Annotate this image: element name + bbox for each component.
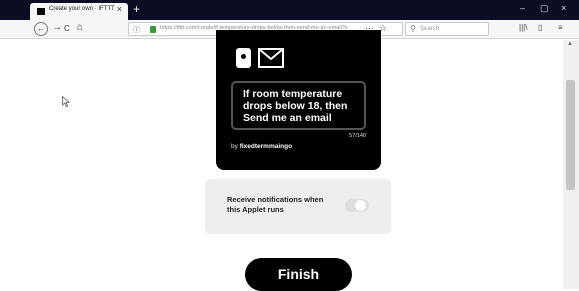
email-icon — [258, 48, 284, 68]
library-icon[interactable]: |||\ — [519, 23, 527, 32]
mouse-cursor-icon — [62, 96, 70, 107]
page-scrollbar[interactable]: ▲ — [563, 40, 579, 289]
author-byline: by fixedtermmaingo — [231, 143, 292, 150]
notification-setting: Receive notifications when this Applet r… — [205, 179, 391, 234]
scroll-thumb[interactable] — [566, 80, 575, 190]
by-prefix: by — [231, 143, 238, 150]
search-placeholder: Search — [420, 26, 440, 32]
new-tab-button[interactable]: + — [133, 2, 140, 16]
site-info-icon[interactable]: ⓘ — [133, 25, 140, 35]
close-window-icon[interactable]: × — [561, 3, 566, 13]
home-icon[interactable]: ⌂ — [77, 22, 83, 33]
close-tab-icon[interactable]: × — [117, 4, 122, 14]
applet-title-field[interactable]: If room temperature drops below 18, then… — [231, 81, 366, 130]
search-input[interactable]: ⚲ Search — [405, 22, 489, 36]
maximize-icon[interactable]: ▢ — [540, 3, 549, 14]
browser-tab[interactable]: Create your own · IFTTT × — [30, 3, 128, 20]
ifttt-favicon-icon — [37, 8, 45, 15]
browser-tab-bar: Create your own · IFTTT × + – ▢ × — [0, 0, 579, 20]
back-icon[interactable]: ← — [34, 22, 48, 36]
character-count: 57/140 — [349, 133, 366, 139]
applet-title-text: If room temperature drops below 18, then… — [243, 88, 348, 124]
finish-button[interactable]: Finish — [245, 258, 352, 291]
lock-icon — [150, 26, 156, 33]
toggle-knob — [355, 200, 366, 211]
forward-icon[interactable]: → — [52, 22, 62, 33]
scroll-up-icon[interactable]: ▲ — [567, 41, 573, 47]
device-icon — [236, 48, 251, 68]
reload-icon[interactable]: C — [64, 24, 70, 33]
sidebar-icon[interactable]: ▯ — [538, 23, 542, 32]
applet-preview-card: If room temperature drops below 18, then… — [216, 30, 381, 170]
notification-label: Receive notifications when this Applet r… — [227, 195, 324, 214]
menu-icon[interactable]: ≡ — [558, 23, 563, 32]
notification-toggle[interactable] — [345, 199, 369, 212]
minimize-icon[interactable]: – — [520, 3, 525, 13]
author-name: fixedtermmaingo — [239, 143, 293, 150]
tab-title: Create your own · IFTTT — [49, 6, 115, 12]
search-icon: ⚲ — [410, 24, 416, 33]
